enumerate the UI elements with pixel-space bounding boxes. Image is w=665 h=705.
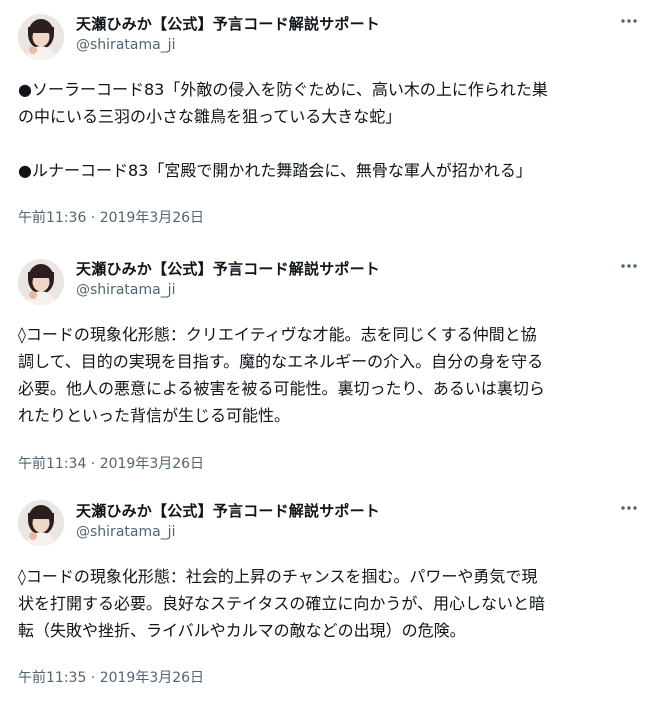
tweet-text-line: ◊コードの現象化形態：社会的上昇のチャンスを掴む。パワーや勇気で現 bbox=[18, 567, 538, 586]
author-handle[interactable]: @shiratama_ji bbox=[76, 37, 175, 53]
tweet: 天瀬ひみか【公式】予言コード解説サポート @shiratama_ji ●ソーラー… bbox=[0, 0, 665, 240]
tweet: 天瀬ひみか【公式】予言コード解説サポート @shiratama_ji ◊コードの… bbox=[0, 490, 665, 705]
more-horizontal-icon bbox=[621, 19, 637, 23]
tweet-text-line: 転（失敗や挫折、ライバルやカルマの敵などの出現）の危険。 bbox=[18, 621, 466, 640]
avatar[interactable] bbox=[18, 259, 64, 305]
tweet-text: ●ソーラーコード83「外敵の侵入を防ぐために、高い木の上に作られた巣 の中にいる… bbox=[18, 76, 648, 184]
tweet: 天瀬ひみか【公式】予言コード解説サポート @shiratama_ji ◊コードの… bbox=[0, 245, 665, 485]
author-name[interactable]: 天瀬ひみか【公式】予言コード解説サポート bbox=[76, 258, 380, 279]
tweet-text-line: 状を打開する必要。良好なステイタスの確立に向かうが、用心しないと暗 bbox=[18, 594, 546, 613]
author-name[interactable]: 天瀬ひみか【公式】予言コード解説サポート bbox=[76, 500, 380, 521]
tweet-text-line bbox=[18, 130, 648, 157]
avatar[interactable] bbox=[18, 500, 64, 546]
more-horizontal-icon bbox=[621, 264, 637, 268]
tweet-text-line: ●ルナーコード83「宮殿で開かれた舞踏会に、無骨な軍人が招かれる」 bbox=[18, 161, 532, 180]
tweet-text-line: れたりといった背信が生じる可能性。 bbox=[18, 406, 291, 425]
tweet-timestamp[interactable]: 午前11:36 · 2019年3月26日 bbox=[18, 207, 204, 227]
author-handle[interactable]: @shiratama_ji bbox=[76, 524, 175, 540]
tweet-text-line: の中にいる三羽の小さな雛鳥を狙っている大きな蛇」 bbox=[18, 107, 402, 126]
avatar[interactable] bbox=[18, 14, 64, 60]
avatar-image bbox=[18, 14, 64, 60]
more-options-button[interactable] bbox=[617, 16, 641, 30]
tweet-text-line: 調して、目的の実現を目指す。魔的なエネルギーの介入。自分の身を守る bbox=[18, 352, 544, 371]
tweet-text-line: ◊コードの現象化形態：クリエイティヴな才能。志を同じくする仲間と協 bbox=[18, 325, 537, 344]
avatar-image bbox=[18, 259, 64, 305]
tweet-timestamp[interactable]: 午前11:35 · 2019年3月26日 bbox=[18, 667, 204, 687]
tweet-text-line: ●ソーラーコード83「外敵の侵入を防ぐために、高い木の上に作られた巣 bbox=[18, 80, 548, 99]
author-handle[interactable]: @shiratama_ji bbox=[76, 282, 175, 298]
tweet-text: ◊コードの現象化形態：クリエイティヴな才能。志を同じくする仲間と協 調して、目的… bbox=[18, 321, 648, 429]
author-name[interactable]: 天瀬ひみか【公式】予言コード解説サポート bbox=[76, 13, 380, 34]
tweet-text: ◊コードの現象化形態：社会的上昇のチャンスを掴む。パワーや勇気で現 状を打開する… bbox=[18, 563, 648, 644]
tweet-timestamp[interactable]: 午前11:34 · 2019年3月26日 bbox=[18, 453, 204, 473]
more-options-button[interactable] bbox=[617, 261, 641, 275]
more-options-button[interactable] bbox=[617, 503, 641, 517]
more-horizontal-icon bbox=[621, 506, 637, 510]
tweet-text-line: 必要。他人の悪意による被害を被る可能性。裏切ったり、あるいは裏切ら bbox=[18, 379, 545, 398]
avatar-image bbox=[18, 500, 64, 546]
